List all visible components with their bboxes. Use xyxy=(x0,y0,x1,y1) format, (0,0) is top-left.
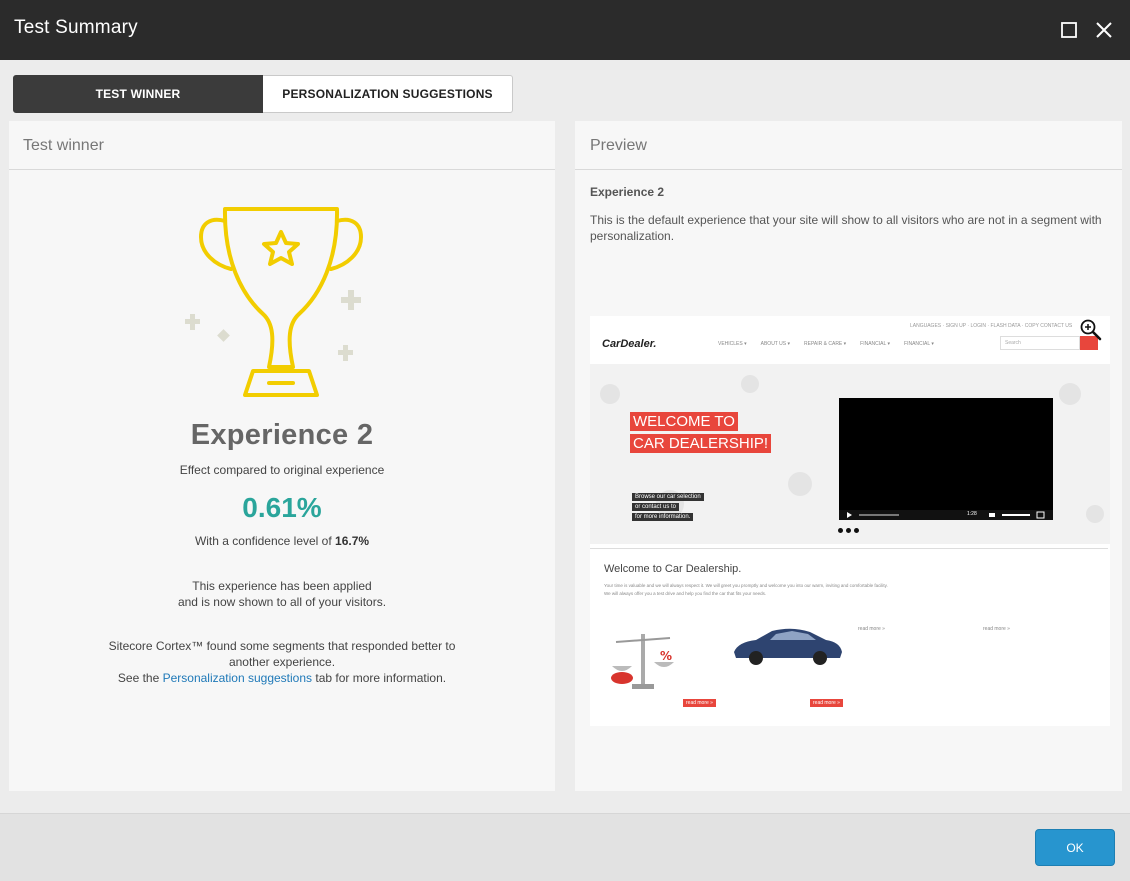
maximize-icon[interactable] xyxy=(1057,18,1081,42)
zoom-in-icon[interactable] xyxy=(1078,317,1104,343)
thumb-search-input: Search xyxy=(1000,336,1080,350)
cortex-line-2: another experience. xyxy=(228,655,336,669)
tab-personalization-suggestions[interactable]: PERSONALIZATION SUGGESTIONS xyxy=(263,75,513,113)
thumb-read-more-button: read more » xyxy=(683,699,716,707)
thumb-hero-sub-2: or contact us to xyxy=(632,503,680,511)
thumb-section-text-2: We will always offer you a test drive an… xyxy=(604,591,767,596)
personalization-suggestions-link[interactable]: Personalization suggestions xyxy=(163,671,312,685)
cortex-tail: tab for more information. xyxy=(312,671,447,685)
thumb-section-text-1: Your time is valuable and we will always… xyxy=(604,583,888,588)
thumb-read-more-button: read more » xyxy=(810,699,843,707)
thumb-nav: VEHICLES ▾ ABOUT US ▾ REPAIR & CARE ▾ FI… xyxy=(718,341,934,347)
tab-test-winner[interactable]: TEST WINNER xyxy=(13,75,263,113)
thumb-video-time: 1:28 xyxy=(967,511,977,517)
thumb-top-links: LANGUAGES · SIGN UP · LOGIN · FLASH DATA… xyxy=(910,323,1073,329)
trophy-icon xyxy=(181,199,381,399)
applied-line-1: This experience has been applied xyxy=(192,579,372,593)
thumb-read-more-link: read more » xyxy=(983,626,1010,632)
applied-message: This experience has been applied and is … xyxy=(9,578,555,610)
thumb-video-controls: 1:28 xyxy=(839,510,1053,520)
thumb-nav-item: FINANCIAL ▾ xyxy=(904,341,934,347)
thumb-dot xyxy=(854,528,859,533)
effect-value: 0.61% xyxy=(242,492,322,523)
thumb-nav-item: REPAIR & CARE ▾ xyxy=(804,341,847,347)
thumb-nav-item: VEHICLES ▾ xyxy=(718,341,747,347)
preview-thumbnail[interactable]: CarDealer. LANGUAGES · SIGN UP · LOGIN ·… xyxy=(590,316,1110,726)
preview-experience-name: Experience 2 xyxy=(590,185,665,199)
cortex-message: Sitecore Cortex™ found some segments tha… xyxy=(9,638,555,686)
svg-text:%: % xyxy=(660,649,672,663)
thumb-section-title: Welcome to Car Dealership. xyxy=(604,563,742,575)
thumb-divider xyxy=(590,548,1108,549)
winner-experience-name: Experience 2 xyxy=(190,419,374,451)
thumb-video-play-icon xyxy=(847,511,1045,519)
thumb-video: 1:28 xyxy=(839,398,1053,520)
panel-header-preview: Preview xyxy=(575,121,1122,170)
preview-panel: Preview Experience 2 This is the default… xyxy=(575,121,1122,791)
panel-header-test-winner: Test winner xyxy=(9,121,555,170)
thumb-scale-image: % xyxy=(608,628,678,693)
thumb-dot xyxy=(846,528,851,533)
test-winner-panel: Test winner Experience 2 Effect compared… xyxy=(9,121,555,791)
close-icon[interactable] xyxy=(1092,18,1116,42)
thumb-hero-sub-3: for more information. xyxy=(632,513,694,521)
cortex-line-1: Sitecore Cortex™ found some segments tha… xyxy=(108,639,456,653)
confidence-prefix: With a confidence level of xyxy=(194,534,336,548)
thumb-dot xyxy=(838,528,843,533)
thumb-read-more-link: read more » xyxy=(858,626,885,632)
applied-line-2: and is now shown to all of your visitors… xyxy=(177,595,387,609)
cortex-see: See the xyxy=(117,671,163,685)
effect-label: Effect compared to original experience xyxy=(179,463,385,477)
confidence-text: With a confidence level of 16.7% xyxy=(9,534,555,548)
thumb-car-image xyxy=(730,626,845,666)
cortex-line-3: See the Personalization suggestions tab … xyxy=(9,670,555,686)
thumb-hero: WELCOME TO CAR DEALERSHIP! Browse our ca… xyxy=(590,364,1110,544)
thumb-hero-line-1: WELCOME TO xyxy=(630,412,738,431)
thumb-nav-item: FINANCIAL ▾ xyxy=(860,341,891,347)
title-bar: Test Summary xyxy=(0,0,1130,60)
dialog-footer: OK xyxy=(0,813,1130,881)
tab-bar: TEST WINNER PERSONALIZATION SUGGESTIONS xyxy=(13,75,513,113)
ok-button[interactable]: OK xyxy=(1035,829,1115,866)
preview-description: This is the default experience that your… xyxy=(590,213,1102,243)
thumb-carousel-dots xyxy=(838,528,859,533)
thumb-nav-item: ABOUT US ▾ xyxy=(760,341,791,347)
thumb-hero-sub-1: Browse our car selection xyxy=(632,493,704,501)
thumb-logo: CarDealer. xyxy=(602,338,657,350)
thumb-hero-line-2: CAR DEALERSHIP! xyxy=(630,434,772,453)
confidence-value: 16.7% xyxy=(335,534,370,548)
window-title: Test Summary xyxy=(14,17,138,38)
